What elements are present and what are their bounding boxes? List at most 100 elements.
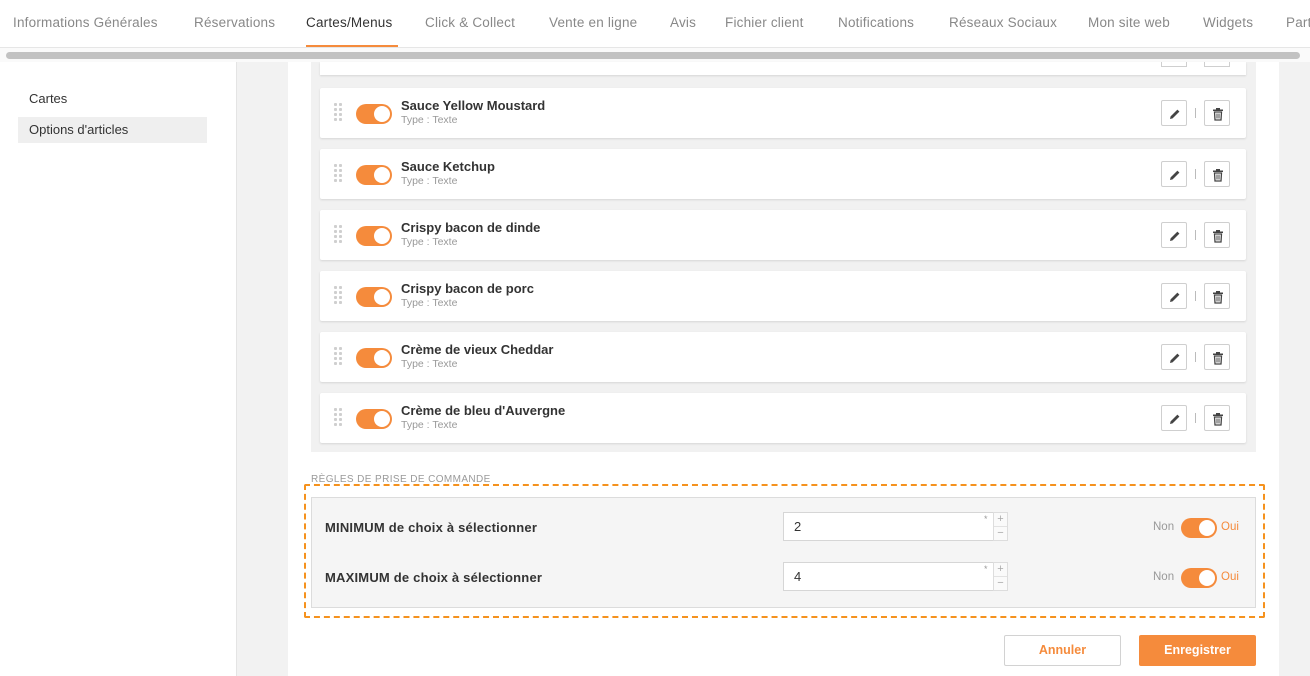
- option-enabled-toggle[interactable]: [356, 348, 392, 368]
- sidebar-item-options-articles[interactable]: Options d'articles: [18, 117, 207, 143]
- option-name: Crispy bacon de porc: [401, 281, 534, 296]
- drag-handle-icon[interactable]: [334, 225, 343, 243]
- separator: [1195, 230, 1196, 240]
- max-choices-stepper[interactable]: + −: [993, 562, 1008, 591]
- tab-notifications[interactable]: Notifications: [838, 0, 914, 47]
- drag-handle-icon[interactable]: [334, 164, 343, 182]
- option-enabled-toggle[interactable]: [356, 104, 392, 124]
- max-choices-label: MAXIMUM de choix à sélectionner: [325, 570, 543, 585]
- delete-button[interactable]: [1204, 100, 1230, 126]
- option-name: Sauce Ketchup: [401, 159, 495, 174]
- edit-button[interactable]: [1161, 161, 1187, 187]
- trash-icon: [1213, 413, 1223, 426]
- drag-handle-icon[interactable]: [334, 408, 343, 426]
- tab-reservations[interactable]: Réservations: [194, 0, 275, 47]
- decrement-button[interactable]: −: [994, 576, 1007, 589]
- scrollbar-thumb[interactable]: [6, 52, 1300, 59]
- pencil-icon: [1170, 170, 1180, 180]
- option-enabled-toggle[interactable]: [356, 409, 392, 429]
- sidebar-item-cartes[interactable]: Cartes: [18, 86, 207, 112]
- tab-informations-generales[interactable]: Informations Générales: [13, 0, 158, 47]
- option-name: Crème de bleu d'Auvergne: [401, 403, 566, 418]
- increment-button[interactable]: +: [994, 563, 1007, 576]
- list-item: Sauce Yellow Moustard Type : Texte: [320, 88, 1246, 138]
- top-navigation: Informations Générales Réservations Cart…: [0, 0, 1310, 48]
- pencil-icon: [1170, 109, 1180, 119]
- cancel-button[interactable]: Annuler: [1004, 635, 1121, 666]
- pencil-icon: [1170, 353, 1180, 363]
- tab-click-collect[interactable]: Click & Collect: [425, 0, 515, 47]
- tab-fichier-client[interactable]: Fichier client: [725, 0, 804, 47]
- list-item: Crispy bacon de porc Type : Texte: [320, 271, 1246, 321]
- list-item: Crispy bacon de dinde Type : Texte: [320, 210, 1246, 260]
- min-choices-input[interactable]: [783, 512, 994, 541]
- separator: [1195, 352, 1196, 362]
- edit-button-partial[interactable]: [1161, 62, 1187, 67]
- trash-icon: [1213, 291, 1223, 304]
- trash-icon: [1213, 230, 1223, 243]
- delete-button[interactable]: [1204, 405, 1230, 431]
- tab-mon-site-web[interactable]: Mon site web: [1088, 0, 1170, 47]
- option-enabled-toggle[interactable]: [356, 165, 392, 185]
- trash-icon: [1213, 169, 1223, 182]
- separator: [1195, 169, 1196, 179]
- edit-button[interactable]: [1161, 405, 1187, 431]
- pencil-icon: [1170, 231, 1180, 241]
- tab-cartes-menus[interactable]: Cartes/Menus: [306, 0, 392, 47]
- separator: [1195, 108, 1196, 118]
- option-name: Crème de vieux Cheddar: [401, 342, 554, 357]
- max-choices-input[interactable]: [783, 562, 994, 591]
- list-item: Sauce Ketchup Type : Texte: [320, 149, 1246, 199]
- delete-button[interactable]: [1204, 283, 1230, 309]
- horizontal-scrollbar[interactable]: [0, 48, 1310, 62]
- delete-button[interactable]: [1204, 161, 1230, 187]
- delete-button[interactable]: [1204, 222, 1230, 248]
- max-choices-toggle[interactable]: [1181, 568, 1217, 588]
- option-enabled-toggle[interactable]: [356, 287, 392, 307]
- drag-handle-icon[interactable]: [334, 103, 343, 121]
- separator: [1195, 413, 1196, 423]
- required-mark: *: [984, 564, 988, 574]
- delete-button[interactable]: [1204, 344, 1230, 370]
- tab-avis[interactable]: Avis: [670, 0, 696, 47]
- option-type: Type : Texte: [401, 297, 458, 309]
- option-type: Type : Texte: [401, 419, 458, 431]
- option-name: Crispy bacon de dinde: [401, 220, 541, 235]
- min-yes-label: Oui: [1221, 521, 1239, 533]
- highlight-annotation: [304, 484, 1265, 618]
- pencil-icon: [1170, 414, 1180, 424]
- trash-icon: [1213, 108, 1223, 121]
- min-choices-toggle[interactable]: [1181, 518, 1217, 538]
- delete-button-partial[interactable]: [1204, 62, 1230, 67]
- edit-button[interactable]: [1161, 222, 1187, 248]
- trash-icon: [1213, 352, 1223, 365]
- min-no-label: Non: [1153, 521, 1175, 533]
- drag-handle-icon[interactable]: [334, 286, 343, 304]
- separator: [1195, 291, 1196, 301]
- max-yes-label: Oui: [1221, 571, 1239, 583]
- min-choices-label: MINIMUM de choix à sélectionner: [325, 520, 538, 535]
- active-tab-underline: [306, 45, 398, 47]
- option-type: Type : Texte: [401, 358, 458, 370]
- decrement-button[interactable]: −: [994, 526, 1007, 539]
- drag-handle-icon[interactable]: [334, 347, 343, 365]
- required-mark: *: [984, 514, 988, 524]
- option-name: Sauce Yellow Moustard: [401, 98, 546, 113]
- pencil-icon: [1170, 292, 1180, 302]
- max-no-label: Non: [1153, 571, 1175, 583]
- list-item-partial: [320, 62, 1246, 75]
- tab-vente-en-ligne[interactable]: Vente en ligne: [549, 0, 637, 47]
- option-type: Type : Texte: [401, 114, 458, 126]
- tab-partial[interactable]: Part: [1286, 0, 1310, 47]
- tab-widgets[interactable]: Widgets: [1203, 0, 1253, 47]
- save-button[interactable]: Enregistrer: [1139, 635, 1256, 666]
- edit-button[interactable]: [1161, 100, 1187, 126]
- min-choices-stepper[interactable]: + −: [993, 512, 1008, 541]
- option-enabled-toggle[interactable]: [356, 226, 392, 246]
- tab-reseaux-sociaux[interactable]: Réseaux Sociaux: [949, 0, 1057, 47]
- increment-button[interactable]: +: [994, 513, 1007, 526]
- list-item: Crème de vieux Cheddar Type : Texte: [320, 332, 1246, 382]
- edit-button[interactable]: [1161, 344, 1187, 370]
- edit-button[interactable]: [1161, 283, 1187, 309]
- option-type: Type : Texte: [401, 175, 458, 187]
